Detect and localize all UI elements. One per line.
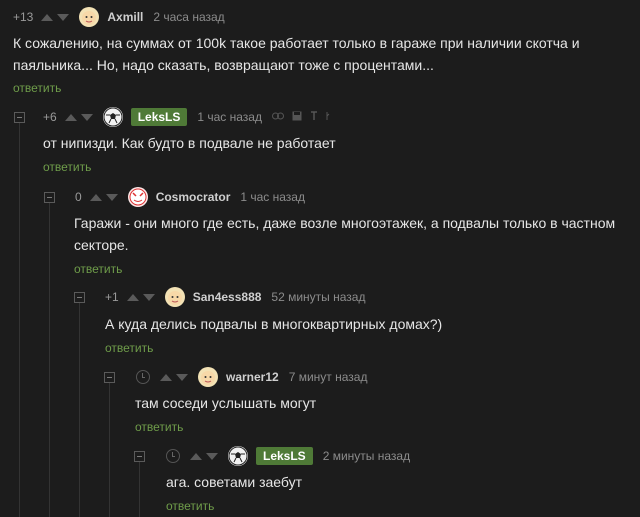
comment-time[interactable]: 2 минуты назад	[323, 449, 410, 463]
comment-text: Гаражи - они много где есть, даже возле …	[74, 215, 616, 253]
author-badge[interactable]: LeksLS	[256, 447, 313, 465]
downvote-icon[interactable]	[80, 113, 93, 121]
comment-rating: +1	[105, 290, 119, 304]
upvote-icon[interactable]	[89, 193, 102, 201]
thread-line	[79, 302, 80, 517]
collapse-button[interactable]	[134, 451, 145, 462]
thread-line	[109, 382, 110, 517]
comment-time[interactable]: 1 час назад	[197, 110, 262, 124]
comment-header: +6 LeksLS 1 час назад	[43, 107, 338, 127]
comment-header: 0 Cosmocrator 1 час назад	[75, 187, 315, 207]
comment-header: +13 Axmill 2 часа назад	[13, 7, 235, 27]
avatar[interactable]	[228, 446, 248, 466]
collapse-button[interactable]	[44, 192, 55, 203]
clock-icon	[166, 449, 180, 463]
comment-rating: +6	[43, 110, 57, 124]
comment-time[interactable]: 52 минуты назад	[271, 290, 365, 304]
thread-line	[49, 202, 50, 517]
save-icon[interactable]	[292, 111, 302, 124]
author-name[interactable]: Cosmocrator	[156, 190, 231, 204]
author-name[interactable]: warner12	[226, 370, 279, 384]
link-icon[interactable]	[272, 111, 284, 123]
author-name[interactable]: San4ess888	[193, 290, 262, 304]
upvote-icon[interactable]	[126, 293, 139, 301]
comment-time[interactable]: 1 час назад	[240, 190, 305, 204]
downvote-icon[interactable]	[105, 193, 118, 201]
collapse-button[interactable]	[74, 292, 85, 303]
comment-text: ага. советами заебут	[166, 474, 303, 490]
upvote-icon[interactable]	[160, 373, 172, 381]
downvote-icon[interactable]	[57, 13, 70, 21]
avatar[interactable]	[79, 7, 100, 27]
reply-link[interactable]: ответить	[43, 160, 91, 174]
reply-link[interactable]: ответить	[105, 341, 153, 355]
comment-text: там соседи услышать могут	[135, 395, 317, 411]
comment-text: от нипизди. Как будто в подвале не работ…	[43, 135, 336, 151]
reply-link[interactable]: ответить	[135, 420, 183, 434]
upvote-icon[interactable]	[190, 452, 202, 460]
reply-link[interactable]: ответить	[74, 262, 122, 276]
downvote-icon[interactable]	[206, 452, 218, 460]
reply-link[interactable]: ответить	[166, 499, 214, 513]
avatar[interactable]	[198, 367, 218, 387]
thread-line	[139, 461, 140, 517]
upvote-icon[interactable]	[41, 13, 54, 21]
pin-icon[interactable]	[310, 110, 318, 124]
author-name[interactable]: Axmill	[107, 10, 143, 24]
avatar[interactable]	[127, 187, 148, 207]
comment-time[interactable]: 2 часа назад	[153, 10, 224, 24]
comment-header: warner12 7 минут назад	[136, 367, 377, 387]
collapse-button[interactable]	[14, 112, 25, 123]
comment-rating: +13	[13, 10, 34, 24]
comment-time[interactable]: 7 минут назад	[289, 370, 368, 384]
clock-icon	[136, 370, 150, 384]
reply-link[interactable]: ответить	[13, 81, 61, 95]
more-icon[interactable]	[326, 111, 330, 124]
comment-header: +1 San4ess888 52 минуты назад	[105, 287, 375, 307]
comment-text: К сожалению, на суммах от 100k такое раб…	[13, 35, 580, 73]
downvote-icon[interactable]	[176, 373, 188, 381]
avatar[interactable]	[102, 107, 123, 127]
avatar[interactable]	[164, 287, 185, 307]
upvote-icon[interactable]	[64, 113, 77, 121]
comment-rating: 0	[75, 190, 82, 204]
collapse-button[interactable]	[104, 372, 115, 383]
downvote-icon[interactable]	[142, 293, 155, 301]
author-badge[interactable]: LeksLS	[130, 108, 188, 126]
comment-text: А куда делись подвалы в многоквартирных …	[105, 316, 443, 332]
comment-header: LeksLS 2 минуты назад	[166, 446, 420, 466]
thread-line	[19, 122, 20, 517]
